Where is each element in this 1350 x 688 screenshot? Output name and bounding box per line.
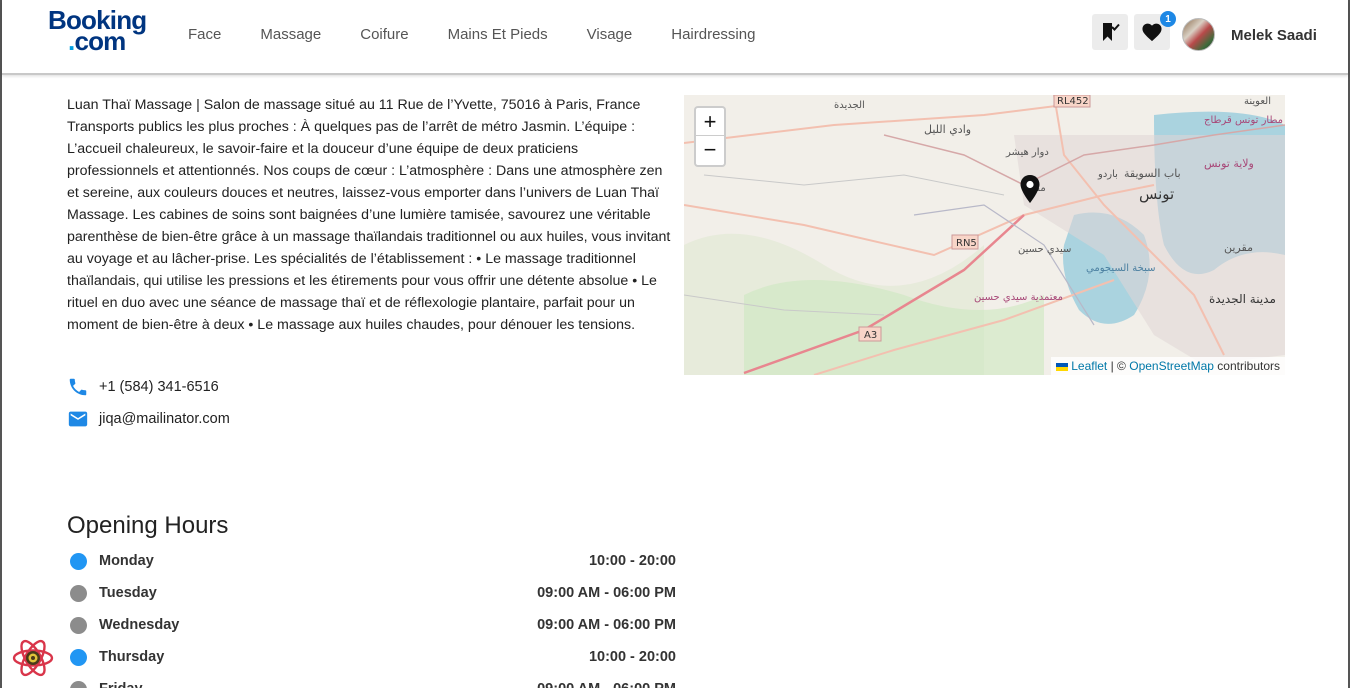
day-hours: 09:00 AM - 06:00 PM <box>537 617 676 633</box>
nav-item-face[interactable]: Face <box>188 26 221 43</box>
openstreetmap-link[interactable]: OpenStreetMap <box>1129 359 1214 373</box>
email-contact[interactable]: jiqa@mailinator.com <box>67 408 230 430</box>
svg-text:تونس: تونس <box>1139 185 1174 203</box>
svg-text:مطار تونس قرطاج: مطار تونس قرطاج <box>1204 115 1283 126</box>
phone-number: +1 (584) 341-6516 <box>99 379 219 395</box>
nav-item-visage[interactable]: Visage <box>587 26 633 43</box>
svg-text:RL452: RL452 <box>1057 96 1089 107</box>
day-name: Tuesday <box>99 585 157 601</box>
svg-text:دوار هيشر: دوار هيشر <box>1005 147 1049 158</box>
phone-icon <box>69 378 87 396</box>
favorites-count-badge: 1 <box>1160 11 1176 27</box>
location-map[interactable]: RN5 RL452 A3 الجديدة وادي الليل دوار هيش… <box>684 95 1285 375</box>
day-hours: 10:00 - 20:00 <box>588 553 676 569</box>
day-status-dot <box>70 584 87 602</box>
window-frame-left <box>0 0 2 688</box>
day-status-dot <box>70 616 87 634</box>
day-hours: 09:00 AM - 06:00 PM <box>537 585 676 601</box>
opening-hours-row: Friday 09:00 AM - 06:00 PM <box>70 678 676 688</box>
opening-hours-row: Thursday 10:00 - 20:00 <box>70 646 676 668</box>
svg-text:معتمدية سيدي حسين: معتمدية سيدي حسين <box>974 292 1063 303</box>
day-name: Thursday <box>99 649 165 665</box>
day-hours: 10:00 - 20:00 <box>588 649 676 665</box>
ukraine-flag-icon <box>1055 362 1068 371</box>
day-name: Monday <box>99 553 154 569</box>
bookmark-check-icon <box>1103 23 1120 41</box>
top-navbar: Booking .com Face Massage Coifure Mains … <box>2 0 1348 75</box>
day-hours: 09:00 AM - 06:00 PM <box>537 681 676 688</box>
salon-description: Luan Thaï Massage | Salon de massage sit… <box>67 97 671 333</box>
email-address: jiqa@mailinator.com <box>99 411 230 427</box>
svg-text:العوينة: العوينة <box>1244 96 1271 107</box>
day-name: Wednesday <box>99 617 180 633</box>
opening-hours-title: Opening Hours <box>67 512 229 539</box>
nav-item-hairdressing[interactable]: Hairdressing <box>671 26 755 43</box>
avatar[interactable] <box>1182 18 1215 51</box>
nav-item-coifure[interactable]: Coifure <box>360 26 408 43</box>
location-pin-icon[interactable] <box>1020 175 1040 203</box>
map-zoom-controls: + − <box>694 106 726 167</box>
svg-text:ولاية تونس: ولاية تونس <box>1204 157 1254 170</box>
user-name[interactable]: Melek Saadi <box>1231 27 1317 44</box>
map-attribution: Leaflet | © OpenStreetMap contributors <box>1050 357 1285 375</box>
svg-text:A3: A3 <box>864 330 877 341</box>
svg-text:وادي الليل: وادي الليل <box>924 123 971 136</box>
nav-item-massage[interactable]: Massage <box>260 26 321 43</box>
opening-hours-row: Wednesday 09:00 AM - 06:00 PM <box>70 614 676 636</box>
svg-text:الجديدة: الجديدة <box>834 100 865 111</box>
zoom-in-button[interactable]: + <box>696 108 724 136</box>
svg-text:مدينة الجديدة: مدينة الجديدة <box>1209 292 1276 306</box>
bookmarks-button[interactable] <box>1092 14 1128 50</box>
phone-contact[interactable]: +1 (584) 341-6516 <box>67 376 219 398</box>
opening-hours-row: Tuesday 09:00 AM - 06:00 PM <box>70 582 676 604</box>
day-status-dot <box>70 648 87 666</box>
svg-text:سبخة السيجومي: سبخة السيجومي <box>1086 263 1155 274</box>
day-status-dot <box>70 552 87 570</box>
category-nav: Face Massage Coifure Mains Et Pieds Visa… <box>188 26 794 43</box>
svg-text:RN5: RN5 <box>956 238 977 249</box>
mail-icon <box>68 411 88 427</box>
heart-icon <box>1142 23 1162 42</box>
booking-logo[interactable]: Booking .com <box>48 7 147 54</box>
react-devtools-icon[interactable] <box>12 637 54 679</box>
svg-text:سيدي حسين: سيدي حسين <box>1018 244 1071 255</box>
favorites-button[interactable]: 1 <box>1134 11 1176 50</box>
day-status-dot <box>70 680 87 688</box>
map-tiles: RN5 RL452 A3 الجديدة وادي الليل دوار هيش… <box>684 95 1285 375</box>
leaflet-link[interactable]: Leaflet <box>1071 359 1107 373</box>
day-name: Friday <box>99 681 143 688</box>
zoom-out-button[interactable]: − <box>696 136 724 164</box>
svg-text:باردو: باردو <box>1097 169 1118 180</box>
svg-text:باب السويقة: باب السويقة <box>1124 167 1181 180</box>
opening-hours-row: Monday 10:00 - 20:00 <box>70 550 676 572</box>
nav-item-mains-et-pieds[interactable]: Mains Et Pieds <box>448 26 548 43</box>
svg-text:مقرين: مقرين <box>1224 241 1253 254</box>
